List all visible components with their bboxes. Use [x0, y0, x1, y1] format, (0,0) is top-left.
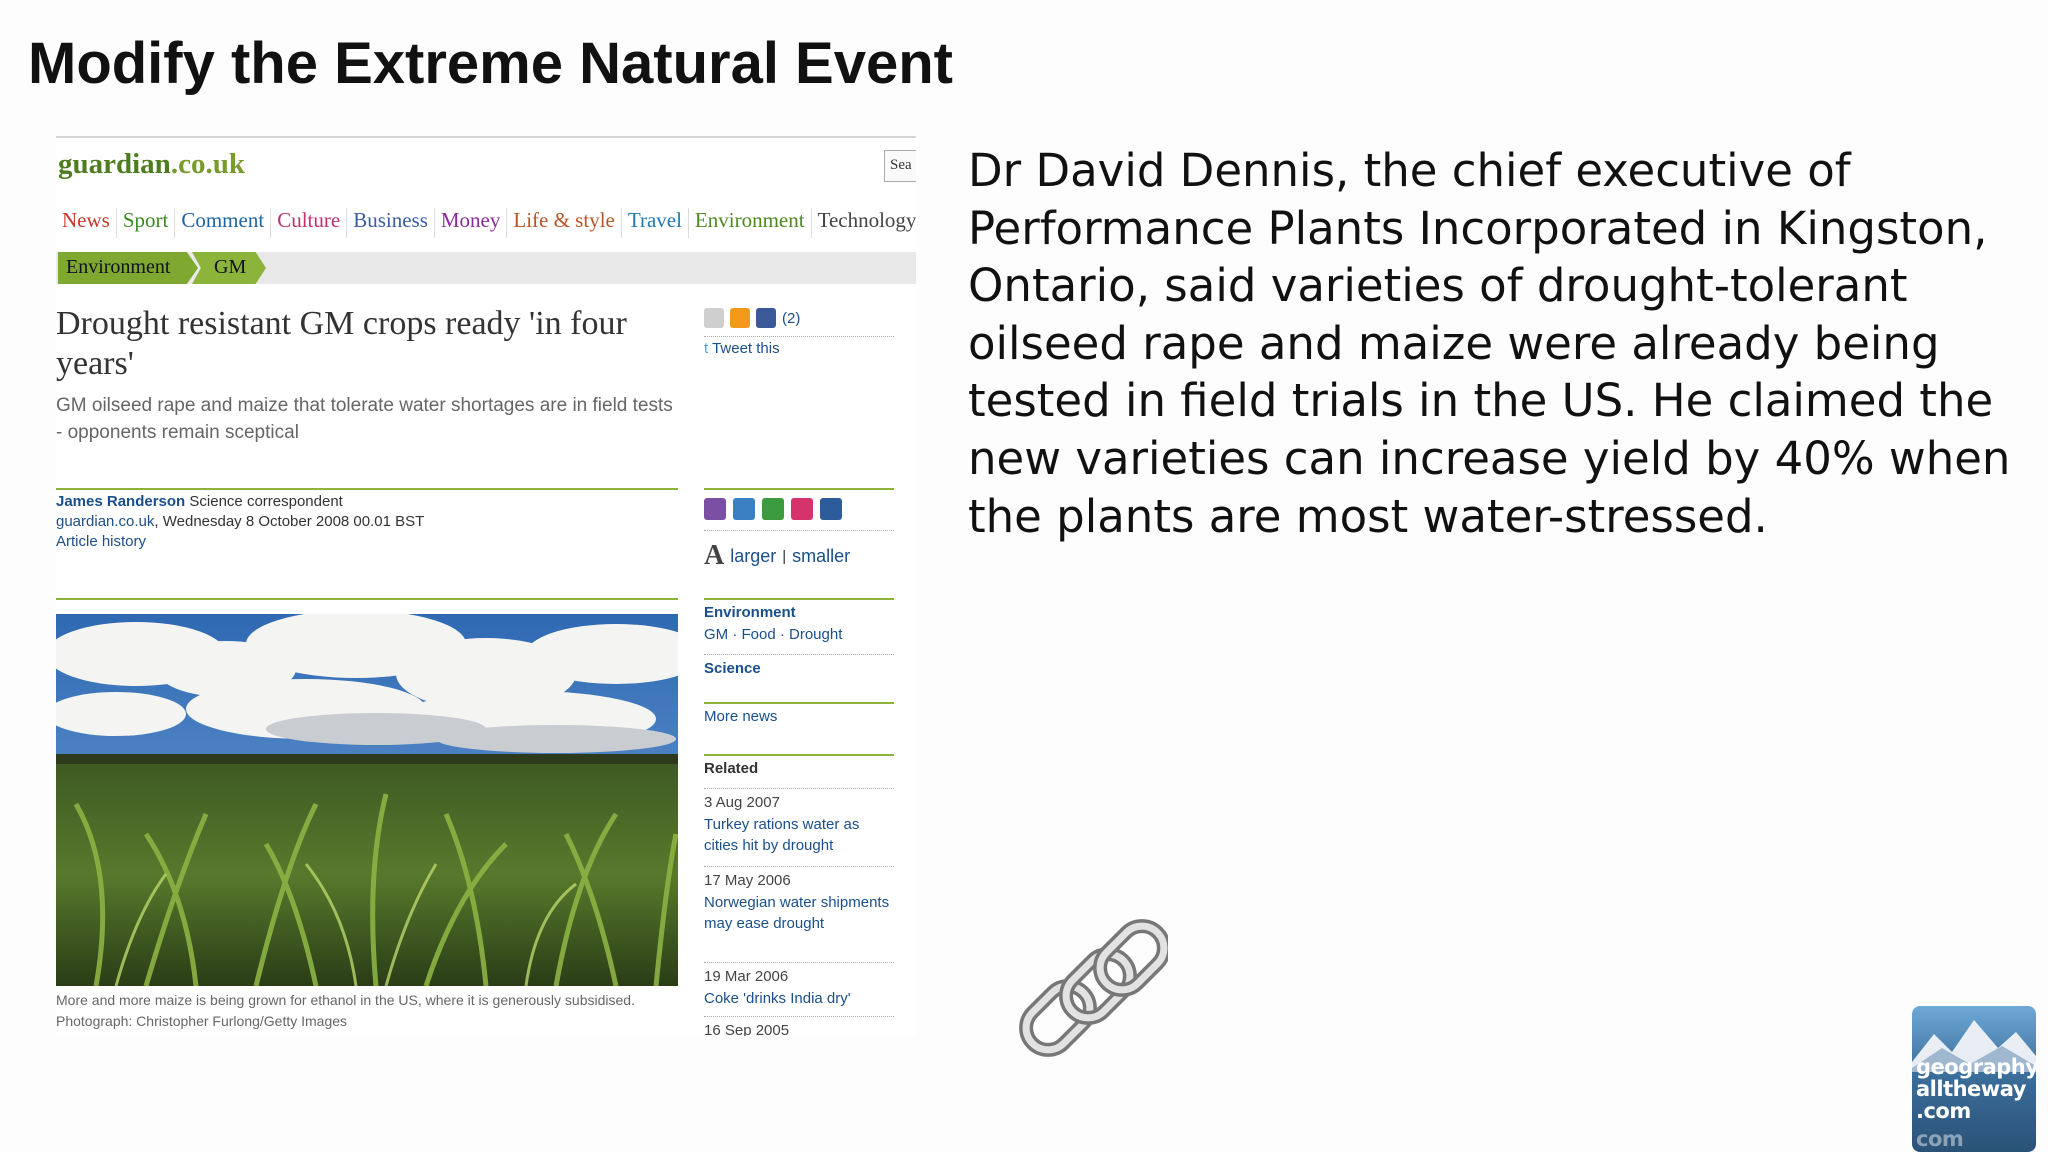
source-link[interactable]: guardian.co.uk — [56, 513, 154, 530]
photo-caption: More and more maize is being grown for e… — [56, 992, 635, 1029]
share-divider — [704, 336, 894, 337]
logo-tld: .co.uk — [170, 148, 245, 180]
email-icon[interactable] — [733, 498, 755, 520]
share-count: (2) — [782, 309, 801, 327]
related-date-3: 19 Mar 2006 — [704, 968, 789, 985]
slide-title: Modify the Extreme Natural Event — [28, 31, 953, 96]
article-tools — [704, 498, 842, 520]
text-size-icon: A — [704, 540, 725, 571]
maize-field-photo — [56, 614, 678, 986]
tags-dotted-divider — [704, 654, 894, 655]
tweet-label: Tweet this — [712, 340, 780, 357]
nav-technology[interactable]: Technology — [812, 208, 916, 238]
tools-divider — [704, 488, 894, 490]
related-dotted-divider-1 — [704, 788, 894, 789]
tag-science[interactable]: Science — [704, 660, 761, 677]
share-row: (2) — [704, 308, 800, 328]
tweet-link[interactable]: t Tweet this — [704, 340, 780, 357]
logo-line-1: geography — [1916, 1055, 2036, 1079]
logo-main: guardian — [58, 148, 171, 180]
nav-environment[interactable]: Environment — [689, 208, 812, 238]
tag-environment[interactable]: Environment — [704, 604, 796, 621]
author-link[interactable]: James Randerson — [56, 493, 185, 510]
logo-line-3: .com — [1916, 1099, 1971, 1123]
nav-comment[interactable]: Comment — [175, 208, 272, 238]
tools-dotted-divider — [704, 530, 894, 531]
size-separator: | — [782, 547, 787, 565]
nav-money[interactable]: Money — [435, 208, 508, 238]
logo-line-4: com — [1916, 1127, 1964, 1151]
share-icon[interactable] — [704, 308, 724, 328]
related-heading: Related — [704, 760, 759, 777]
text-size-controls: A larger | smaller — [704, 540, 850, 572]
tags-divider — [704, 598, 894, 600]
nav-news[interactable]: News — [56, 208, 117, 238]
nav-sport[interactable]: Sport — [117, 208, 176, 238]
chain-link-icon[interactable] — [1018, 916, 1171, 1062]
search-input[interactable]: Sea — [884, 150, 916, 182]
smaller-link[interactable]: smaller — [792, 546, 850, 567]
print-icon[interactable] — [704, 498, 726, 520]
related-dotted-divider-3 — [704, 962, 894, 963]
nav-business[interactable]: Business — [347, 208, 435, 238]
breadcrumb-gm[interactable]: GM — [192, 252, 266, 284]
breadcrumb-environment[interactable]: Environment — [58, 252, 198, 284]
geographyalltheway-logo[interactable]: geography alltheway .com com — [1912, 1006, 2036, 1152]
contact-icon[interactable] — [820, 498, 842, 520]
related-date-1: 3 Aug 2007 — [704, 794, 780, 811]
more-news-divider — [704, 702, 894, 704]
guardian-logo[interactable]: guardian.co.uk — [58, 148, 245, 181]
bebo-icon[interactable] — [730, 308, 750, 328]
byline: James Randerson Science correspondent gu… — [56, 492, 676, 552]
related-date-4: 16 Sep 2005 — [704, 1022, 790, 1036]
author-role: Science correspondent — [189, 493, 343, 510]
article-standfirst: GM oilseed rape and maize that tolerate … — [56, 395, 673, 443]
related-link-3[interactable]: Coke 'drinks India dry' — [704, 988, 894, 1009]
tag-list[interactable]: GM · Food · Drought — [704, 624, 842, 645]
related-date-2: 17 May 2006 — [704, 872, 791, 889]
related-dotted-divider-4 — [704, 1016, 894, 1017]
quote-text: Dr David Dennis, the chief executive of … — [968, 144, 2011, 543]
twitter-icon: t — [704, 340, 709, 357]
clip-icon[interactable] — [791, 498, 813, 520]
nav-culture[interactable]: Culture — [271, 208, 348, 238]
facebook-icon[interactable] — [756, 308, 776, 328]
share-this-icon[interactable] — [762, 498, 784, 520]
nav-travel[interactable]: Travel — [622, 208, 689, 238]
nav-life-style[interactable]: Life & style — [507, 208, 622, 238]
logo-line-2: alltheway — [1916, 1077, 2026, 1101]
top-divider — [56, 136, 916, 138]
byline-divider — [56, 488, 678, 490]
related-link-2[interactable]: Norwegian water shipments may ease droug… — [704, 892, 894, 934]
breadcrumb: Environment GM — [56, 252, 916, 284]
related-link-1[interactable]: Turkey rations water as cities hit by dr… — [704, 814, 894, 856]
more-news-link[interactable]: More news — [704, 706, 777, 727]
photo-divider — [56, 598, 678, 600]
guardian-article-screenshot: guardian.co.uk Sea News Sport Comment Cu… — [56, 136, 916, 1036]
related-divider — [704, 754, 894, 756]
article-date: , Wednesday 8 October 2008 00.01 BST — [154, 513, 425, 530]
article-history-link[interactable]: Article history — [56, 532, 676, 552]
maize-field-image — [56, 614, 678, 986]
article-headline: Drought resistant GM crops ready 'in fou… — [56, 305, 627, 382]
larger-link[interactable]: larger — [730, 546, 776, 567]
section-nav: News Sport Comment Culture Business Mone… — [56, 208, 916, 238]
related-dotted-divider-2 — [704, 866, 894, 867]
